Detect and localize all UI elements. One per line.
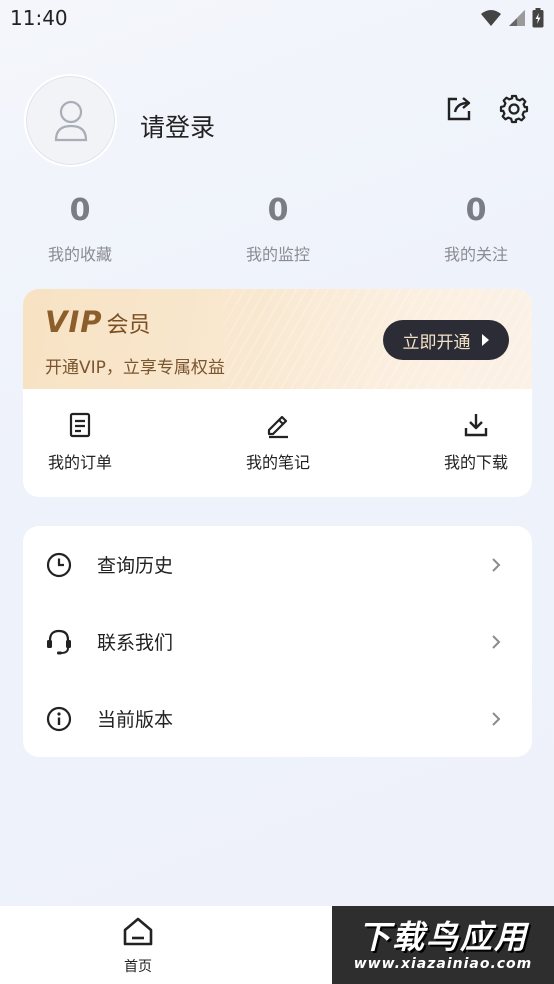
vip-activate-button[interactable]: 立即开通 bbox=[383, 320, 509, 360]
quick-notes[interactable]: 我的笔记 bbox=[223, 411, 333, 473]
stat-monitors-label: 我的监控 bbox=[245, 245, 310, 264]
stat-favorites-count: 0 bbox=[69, 193, 91, 228]
chevron-right-icon bbox=[488, 557, 504, 573]
quick-downloads[interactable]: 我的下载 bbox=[421, 411, 531, 473]
avatar[interactable] bbox=[24, 74, 117, 167]
stat-follows-label: 我的关注 bbox=[443, 245, 508, 264]
quick-orders[interactable]: 我的订单 bbox=[25, 411, 135, 473]
stat-favorites-label: 我的收藏 bbox=[47, 245, 112, 264]
menu-item-history[interactable]: 查询历史 bbox=[23, 526, 532, 603]
nav-home[interactable]: 首页 bbox=[103, 916, 173, 976]
menu-item-version-label: 当前版本 bbox=[97, 709, 174, 731]
clock-icon bbox=[45, 551, 73, 579]
nav-home-label: 首页 bbox=[124, 959, 152, 975]
stat-follows[interactable]: 0 我的关注 bbox=[416, 193, 536, 265]
share-button[interactable] bbox=[442, 92, 476, 126]
menu-card: 查询历史 联系我们 当前版本 bbox=[23, 526, 532, 757]
home-icon bbox=[123, 917, 153, 946]
gear-icon bbox=[499, 94, 529, 124]
battery-icon bbox=[532, 8, 544, 28]
wifi-icon bbox=[481, 10, 501, 26]
quick-notes-label: 我的笔记 bbox=[245, 453, 310, 472]
stat-follows-count: 0 bbox=[465, 193, 487, 228]
stat-monitors[interactable]: 0 我的监控 bbox=[218, 193, 338, 265]
document-icon bbox=[69, 412, 91, 438]
info-icon bbox=[45, 705, 73, 733]
login-prompt[interactable]: 请登录 bbox=[140, 108, 215, 144]
menu-item-history-label: 查询历史 bbox=[97, 555, 174, 577]
menu-item-contact[interactable]: 联系我们 bbox=[23, 603, 532, 680]
status-icons bbox=[480, 8, 544, 28]
user-icon bbox=[54, 100, 87, 141]
vip-title: VIP 会员 bbox=[45, 305, 151, 339]
watermark-title: 下载鸟应用 bbox=[357, 918, 528, 956]
stat-monitors-count: 0 bbox=[267, 193, 289, 228]
vip-activate-label: 立即开通 bbox=[402, 332, 471, 353]
vip-banner[interactable]: VIP 会员 开通VIP，立享专属权益 立即开通 bbox=[23, 289, 532, 389]
headset-icon bbox=[45, 628, 73, 656]
download-icon bbox=[464, 414, 488, 437]
status-bar: 11:40 bbox=[0, 0, 554, 38]
watermark: 下载鸟应用 www.xiazainiao.com bbox=[332, 906, 554, 984]
vip-logo: VIP bbox=[45, 305, 103, 339]
vip-subtitle: 开通VIP，立享专属权益 bbox=[45, 358, 225, 378]
chevron-right-icon bbox=[488, 711, 504, 727]
vip-card: VIP 会员 开通VIP，立享专属权益 立即开通 我的订单 我的笔记 我的下载 bbox=[23, 289, 532, 497]
caret-right-icon bbox=[481, 334, 489, 346]
menu-item-contact-label: 联系我们 bbox=[97, 632, 174, 654]
menu-item-version[interactable]: 当前版本 bbox=[23, 680, 532, 757]
settings-button[interactable] bbox=[497, 92, 531, 126]
stat-favorites[interactable]: 0 我的收藏 bbox=[20, 193, 140, 265]
status-time: 11:40 bbox=[10, 6, 68, 30]
pencil-icon bbox=[267, 415, 288, 439]
chevron-right-icon bbox=[488, 634, 504, 650]
watermark-url: www.xiazainiao.com bbox=[353, 956, 533, 972]
vip-title-text: 会员 bbox=[106, 313, 151, 338]
quick-orders-label: 我的订单 bbox=[47, 453, 112, 472]
signal-icon bbox=[509, 10, 525, 26]
share-icon bbox=[447, 97, 471, 121]
quick-downloads-label: 我的下载 bbox=[443, 453, 508, 472]
